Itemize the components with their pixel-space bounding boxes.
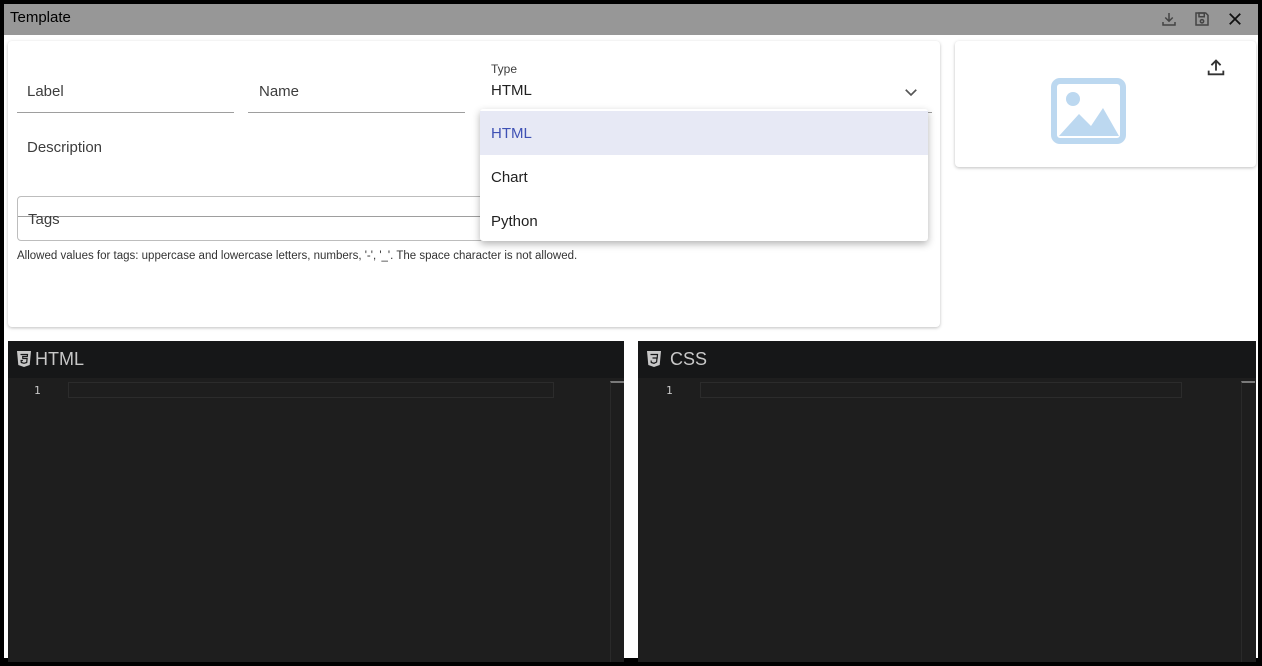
description-field-label: Description [27, 139, 103, 156]
download-button[interactable] [1158, 8, 1180, 30]
type-field-value: HTML [491, 82, 532, 99]
css-editor[interactable]: CSS 1 [638, 341, 1256, 662]
type-option-html[interactable]: HTML [480, 111, 928, 155]
type-field-label: Type [491, 62, 518, 76]
tags-field-label: Tags [28, 211, 60, 228]
name-field[interactable]: Name [248, 69, 465, 113]
current-line-highlight [700, 382, 1182, 398]
save-icon [1195, 12, 1209, 26]
download-icon [1162, 13, 1176, 26]
css-editor-scrollbar[interactable] [1241, 381, 1255, 662]
html-editor-title: HTML [35, 349, 84, 369]
html5-icon [17, 351, 31, 367]
close-button[interactable] [1224, 8, 1246, 30]
html-editor-scrollbar[interactable] [610, 381, 624, 662]
dialog-title: Template [10, 9, 71, 26]
template-image-card [955, 41, 1256, 167]
label-field[interactable]: Label [17, 69, 234, 113]
tags-helper-text: Allowed values for tags: uppercase and l… [17, 250, 578, 262]
image-placeholder-icon [1051, 78, 1126, 144]
line-number: 1 [34, 384, 41, 397]
name-field-label: Name [259, 83, 300, 100]
close-icon [1229, 13, 1241, 25]
dialog-titlebar: Template [4, 4, 1258, 35]
template-dialog: Template Label Name Type HTML Descriptio… [0, 0, 1262, 666]
save-button[interactable] [1191, 8, 1213, 30]
label-field-label: Label [27, 83, 64, 100]
type-select[interactable]: Type HTML [480, 57, 932, 113]
html-editor[interactable]: HTML 1 [8, 341, 624, 662]
type-option-python[interactable]: Python [480, 199, 928, 243]
type-dropdown-menu: HTML Chart Python [480, 109, 928, 241]
css-editor-title: CSS [670, 349, 708, 369]
current-line-highlight [68, 382, 554, 398]
html-editor-header: HTML [8, 341, 624, 378]
css-editor-header: CSS [638, 341, 1256, 378]
type-option-chart[interactable]: Chart [480, 155, 928, 199]
upload-icon[interactable] [1205, 56, 1227, 78]
line-number: 1 [666, 384, 673, 397]
chevron-down-icon[interactable] [902, 83, 920, 101]
css3-icon [647, 351, 661, 367]
